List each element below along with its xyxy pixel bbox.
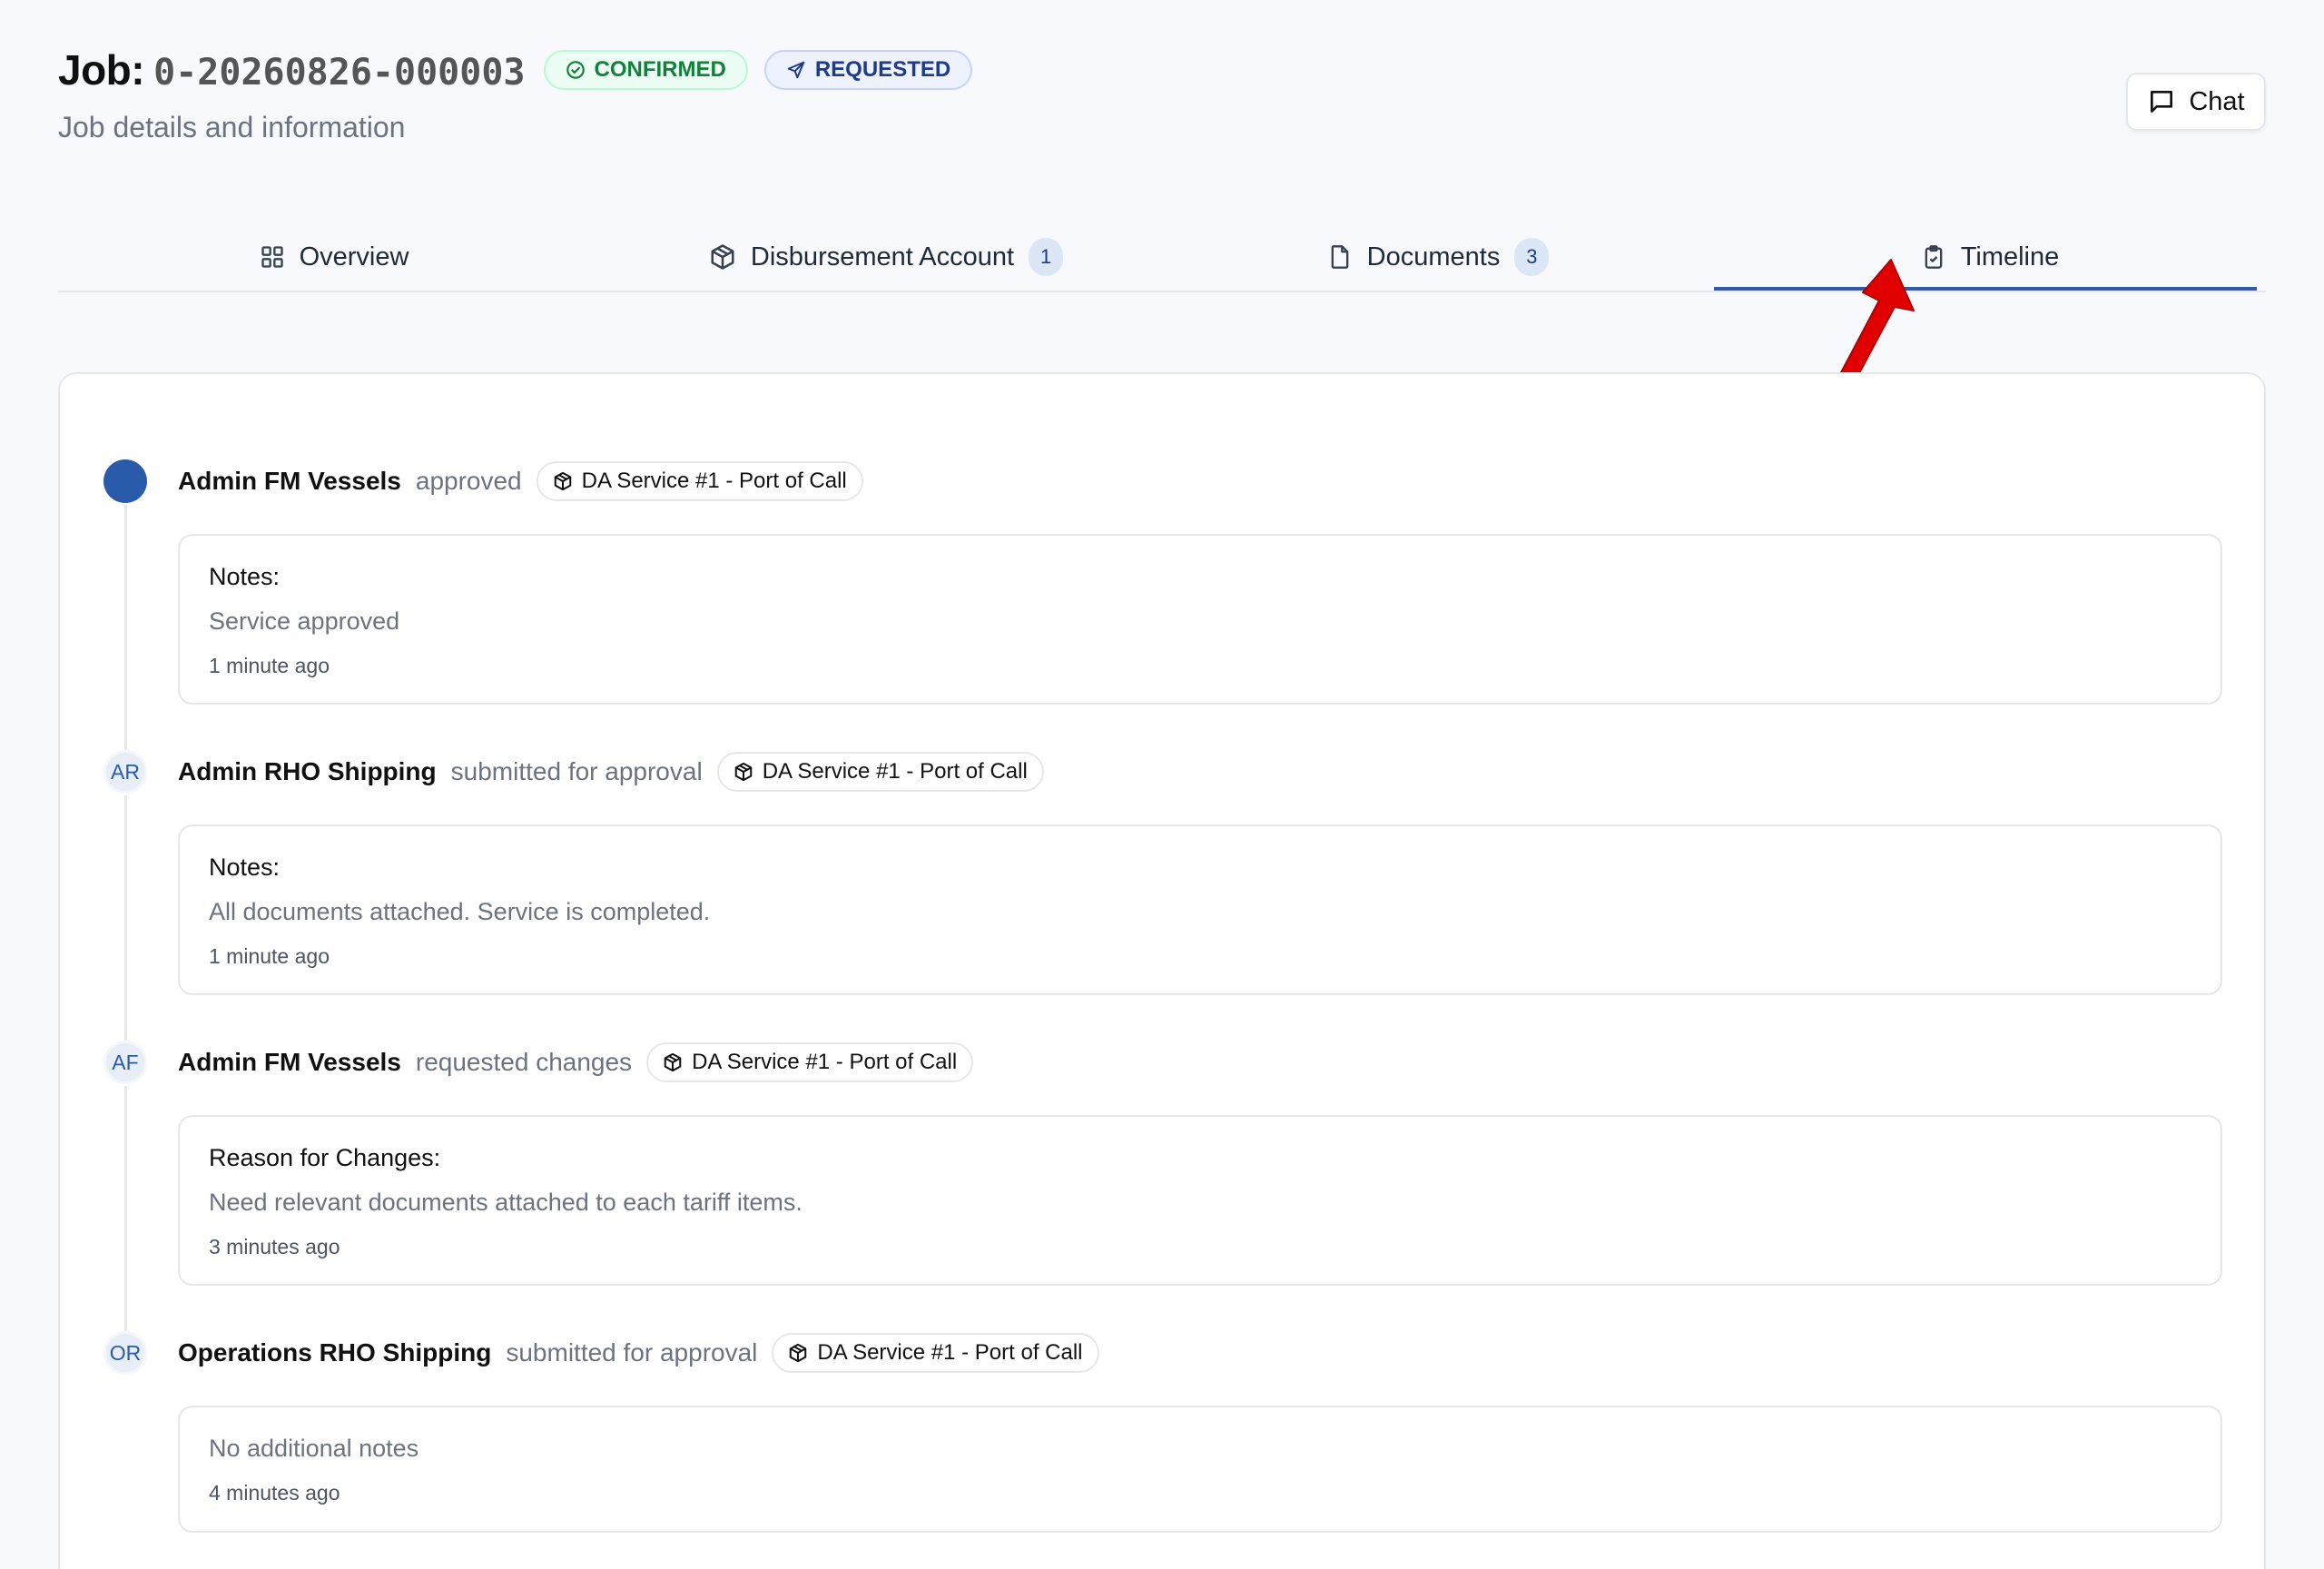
tab-timeline[interactable]: Timeline	[1714, 227, 2266, 291]
event-header: Admin RHO Shipping submitted for approva…	[178, 750, 1044, 794]
event-note-box: Notes: All documents attached. Service i…	[178, 824, 2222, 995]
event-header: Operations RHO Shipping submitted for ap…	[178, 1331, 1099, 1375]
service-tag-label: DA Service #1 - Port of Call	[817, 1340, 1083, 1365]
no-notes-text: No additional notes	[209, 1435, 419, 1462]
reason-text: Need relevant documents attached to each…	[209, 1189, 803, 1216]
event-note-box: Reason for Changes: Need relevant docume…	[178, 1115, 2222, 1286]
event-timestamp: 3 minutes ago	[209, 1235, 340, 1258]
event-actor: Admin FM Vessels	[178, 467, 401, 495]
disbursement-count-badge: 1	[1029, 238, 1064, 276]
note-label: Notes:	[209, 563, 281, 590]
tab-disbursement-account[interactable]: Disbursement Account 1	[610, 227, 1162, 287]
event-actor: Operations RHO Shipping	[178, 1338, 492, 1367]
clipboard-check-icon	[1925, 245, 1943, 269]
send-icon	[787, 61, 805, 79]
service-tag-label: DA Service #1 - Port of Call	[581, 469, 847, 493]
page-title: Job: 0-20260826-000003	[58, 45, 526, 94]
package-icon	[734, 762, 752, 782]
tab-bar: Overview Disbursement Account 1 Document…	[58, 227, 2266, 292]
service-tag[interactable]: DA Service #1 - Port of Call	[646, 1042, 974, 1082]
grid-icon	[261, 246, 283, 268]
event-note-box: Notes: Service approved 1 minute ago	[178, 534, 2222, 705]
tab-timeline-label: Timeline	[1960, 242, 2060, 271]
event-timestamp: 4 minutes ago	[209, 1481, 340, 1505]
package-icon	[711, 244, 734, 270]
tab-overview[interactable]: Overview	[58, 227, 610, 287]
file-icon	[1331, 245, 1348, 269]
timeline-dot	[103, 459, 147, 503]
tab-overview-label: Overview	[299, 242, 409, 271]
timeline-connector	[124, 795, 127, 1041]
confirmed-status-badge: CONFIRMED	[543, 50, 748, 90]
event-actor: Admin FM Vessels	[178, 1048, 401, 1076]
event-action: submitted for approval	[450, 757, 703, 785]
event-note-box: No additional notes 4 minutes ago	[178, 1406, 2222, 1533]
event-action: requested changes	[415, 1048, 633, 1076]
confirmed-badge-label: CONFIRMED	[594, 57, 726, 82]
event-header: Admin FM Vessels approved DA Service #1 …	[178, 459, 863, 503]
tab-documents-label: Documents	[1366, 242, 1501, 271]
avatar: AF	[103, 1041, 147, 1084]
service-tag-label: DA Service #1 - Port of Call	[692, 1050, 958, 1074]
note-text: Service approved	[209, 607, 400, 635]
note-text: All documents attached. Service is compl…	[209, 898, 711, 925]
note-label: Notes:	[209, 854, 281, 881]
tab-documents[interactable]: Documents 3	[1162, 227, 1714, 287]
message-square-icon	[2151, 91, 2173, 113]
service-tag[interactable]: DA Service #1 - Port of Call	[772, 1333, 1099, 1373]
tab-disbursement-account-label: Disbursement Account	[750, 242, 1015, 271]
event-actor: Admin RHO Shipping	[178, 757, 437, 785]
timeline-connector	[124, 1086, 127, 1331]
page-subtitle: Job details and information	[58, 111, 406, 143]
chat-button-label: Chat	[2189, 86, 2245, 116]
job-label: Job:	[58, 46, 145, 94]
package-icon	[664, 1052, 682, 1072]
requested-status-badge: REQUESTED	[763, 50, 973, 90]
event-action: approved	[415, 467, 522, 495]
timeline-connector	[124, 505, 127, 750]
requested-badge-label: REQUESTED	[814, 57, 951, 82]
page-header: Job: 0-20260826-000003 CONFIRMED REQUESTE…	[58, 45, 973, 144]
chat-button[interactable]: Chat	[2126, 73, 2266, 131]
service-tag-label: DA Service #1 - Port of Call	[762, 759, 1028, 784]
timeline-card: Admin FM Vessels approved DA Service #1 …	[58, 372, 2266, 1569]
event-header: Admin FM Vessels requested changes DA Se…	[178, 1041, 974, 1084]
avatar: AR	[103, 750, 147, 794]
event-timestamp: 1 minute ago	[209, 944, 330, 968]
event-timestamp: 1 minute ago	[209, 654, 330, 677]
package-icon	[790, 1343, 807, 1363]
reason-label: Reason for Changes:	[209, 1144, 441, 1171]
avatar: OR	[103, 1331, 147, 1375]
check-circle-icon	[566, 61, 585, 79]
job-id: 0-20260826-000003	[153, 52, 526, 94]
service-tag[interactable]: DA Service #1 - Port of Call	[536, 461, 863, 501]
job-details-page: Job: 0-20260826-000003 CONFIRMED REQUESTE…	[0, 0, 2324, 1569]
event-action: submitted for approval	[506, 1338, 758, 1367]
title-row: Job: 0-20260826-000003 CONFIRMED REQUESTE…	[58, 45, 973, 94]
package-icon	[554, 471, 571, 491]
service-tag[interactable]: DA Service #1 - Port of Call	[716, 752, 1044, 792]
documents-count-badge: 3	[1514, 238, 1550, 276]
